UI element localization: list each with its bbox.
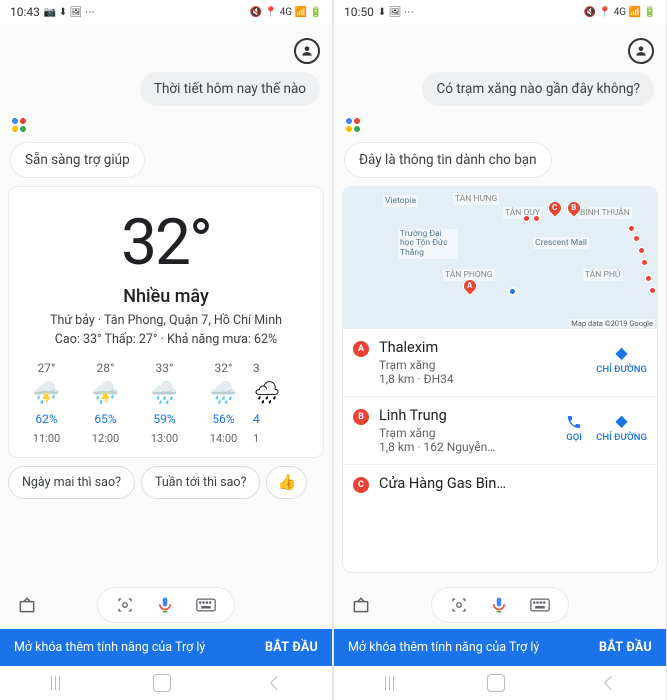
status-time: 10:50	[344, 5, 374, 19]
directions-icon: ◆	[615, 343, 627, 362]
phone-icon	[566, 414, 582, 430]
input-bar	[334, 581, 666, 629]
nav-home[interactable]	[487, 674, 505, 692]
keyboard-icon[interactable]	[530, 598, 550, 612]
place-name: Thalexim	[379, 339, 596, 356]
weather-location: Thứ bảy · Tân Phong, Quận 7, Hồ Chí Minh	[9, 313, 323, 328]
user-query: Có trạm xăng nào gần đây không?	[422, 72, 654, 106]
place-item[interactable]: C Cửa Hàng Gas Bìn…	[343, 464, 657, 504]
status-time: 10:43	[10, 5, 40, 19]
suggestion-chips: Ngày mai thì sao? Tuần tới thì sao? 👍	[8, 466, 324, 503]
weather-icon: 🌧️	[151, 381, 178, 406]
explore-icon[interactable]	[14, 592, 40, 618]
status-icons-right: 🔇 📍 4G 📶 🔋	[250, 7, 322, 18]
unlock-text: Mở khóa thêm tính năng của Trợ lý	[14, 640, 205, 655]
nav-home[interactable]	[153, 674, 171, 692]
directions-button[interactable]: ◆ CHỈ ĐƯỜNG	[596, 411, 647, 443]
keyboard-icon[interactable]	[196, 598, 216, 612]
weather-icon: 🌧️	[210, 381, 237, 406]
weather-condition: Nhiều mây	[9, 286, 323, 307]
input-bar	[0, 581, 332, 629]
chip-thumbsup[interactable]: 👍	[266, 466, 307, 499]
map-pin-c[interactable]: C	[545, 198, 565, 218]
assistant-reply: Sẵn sàng trợ giúp	[10, 142, 145, 178]
place-marker-icon: A	[353, 341, 369, 357]
call-button[interactable]: GỌI	[566, 414, 582, 443]
android-nav	[334, 666, 666, 700]
user-avatar[interactable]	[294, 38, 320, 64]
weather-icon: ⛈️	[92, 381, 119, 406]
unlock-cta[interactable]: BẮT ĐẦU	[265, 640, 318, 655]
user-query: Thời tiết hôm nay thế nào	[140, 72, 320, 106]
place-item[interactable]: B Linh Trung Trạm xăng 1,8 km · 162 Nguy…	[343, 396, 657, 464]
assistant-logo-icon	[10, 116, 28, 134]
hour-item: 32° 🌧️ 56% 14:00	[194, 361, 253, 445]
place-marker-icon: C	[353, 477, 369, 493]
map-my-location	[508, 287, 517, 296]
hourly-forecast[interactable]: 27° ⛈️ 62% 11:00 28° ⛈️ 65% 12:00 33° 🌧️…	[9, 361, 323, 457]
hour-item: 28° ⛈️ 65% 12:00	[76, 361, 135, 445]
status-icons-left: 📷 ⬇ 🖼 ⋯	[44, 7, 95, 18]
weather-card[interactable]: 32° Nhiều mây Thứ bảy · Tân Phong, Quận …	[8, 186, 324, 458]
places-card: Vietopia TÂN HƯNG TÂN QUY BÌNH THUẬN Trư…	[342, 186, 658, 573]
nav-back[interactable]	[269, 676, 283, 690]
explore-icon[interactable]	[348, 592, 374, 618]
place-item[interactable]: A Thalexim Trạm xăng 1,8 km · ĐH34 ◆ CHỈ…	[343, 329, 657, 396]
hour-item: 3 🌧 4 1	[253, 361, 281, 445]
unlock-banner[interactable]: Mở khóa thêm tính năng của Trợ lý BẮT ĐẦ…	[334, 629, 666, 666]
directions-button[interactable]: ◆ CHỈ ĐƯỜNG	[596, 343, 647, 375]
place-type: Trạm xăng	[379, 358, 596, 372]
place-distance: 1,8 km · ĐH34	[379, 372, 596, 386]
weather-temperature: 32°	[9, 187, 323, 286]
hour-item: 27° ⛈️ 62% 11:00	[17, 361, 76, 445]
android-nav	[0, 666, 332, 700]
place-distance: 1,8 km · 162 Nguyễn…	[379, 440, 566, 454]
user-avatar[interactable]	[628, 38, 654, 64]
unlock-cta[interactable]: BẮT ĐẦU	[599, 640, 652, 655]
nav-recent[interactable]	[51, 676, 52, 690]
lens-icon[interactable]	[450, 596, 468, 614]
place-marker-icon: B	[353, 409, 369, 425]
weather-summary: Cao: 33° Thấp: 27° · Khả năng mưa: 62%	[9, 332, 323, 347]
lens-icon[interactable]	[116, 596, 134, 614]
unlock-text: Mở khóa thêm tính năng của Trợ lý	[348, 640, 539, 655]
mic-icon[interactable]	[490, 594, 508, 616]
place-name: Linh Trung	[379, 407, 566, 424]
nav-back[interactable]	[603, 676, 617, 690]
status-bar: 10:50 ⬇ 🖼 ⋯ 🔇 📍 4G 📶 🔋	[334, 0, 666, 24]
weather-icon: ⛈️	[33, 381, 60, 406]
place-name: Cửa Hàng Gas Bìn…	[379, 475, 647, 492]
status-icons-right: 🔇 📍 4G 📶 🔋	[584, 7, 656, 18]
place-type: Trạm xăng	[379, 426, 566, 440]
assistant-logo-icon	[344, 116, 362, 134]
unlock-banner[interactable]: Mở khóa thêm tính năng của Trợ lý BẮT ĐẦ…	[0, 629, 332, 666]
map[interactable]: Vietopia TÂN HƯNG TÂN QUY BÌNH THUẬN Trư…	[343, 187, 657, 329]
directions-icon: ◆	[615, 411, 627, 430]
screen-weather: 10:43 📷 ⬇ 🖼 ⋯ 🔇 📍 4G 📶 🔋 Thời tiết hôm n…	[0, 0, 332, 700]
chip-nextweek[interactable]: Tuần tới thì sao?	[141, 466, 260, 499]
hour-item: 33° 🌧️ 59% 13:00	[135, 361, 194, 445]
mic-pill	[97, 587, 235, 623]
mic-pill	[431, 587, 569, 623]
assistant-reply: Đây là thông tin dành cho bạn	[344, 142, 552, 178]
screen-gas: 10:50 ⬇ 🖼 ⋯ 🔇 📍 4G 📶 🔋 Có trạm xăng nào …	[334, 0, 666, 700]
mic-icon[interactable]	[156, 594, 174, 616]
map-attribution: Map data ©2019 Google	[569, 319, 655, 328]
status-icons-left: ⬇ 🖼 ⋯	[378, 7, 414, 18]
weather-icon: 🌧	[253, 381, 281, 406]
chip-tomorrow[interactable]: Ngày mai thì sao?	[8, 466, 135, 499]
status-bar: 10:43 📷 ⬇ 🖼 ⋯ 🔇 📍 4G 📶 🔋	[0, 0, 332, 24]
nav-recent[interactable]	[385, 676, 386, 690]
